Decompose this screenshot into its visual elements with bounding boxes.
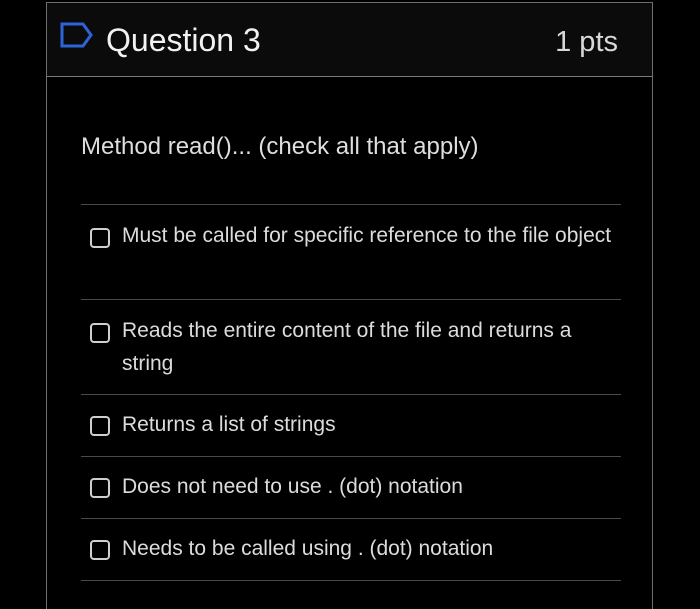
checkbox-icon[interactable] [90,228,110,248]
answer-label[interactable]: Does not need to use . (dot) notation [122,470,612,503]
question-points: 1 pts [555,26,618,58]
answer-option[interactable]: Does not need to use . (dot) notation [81,457,621,519]
checkbox-icon[interactable] [90,323,110,343]
answer-option[interactable]: Needs to be called using . (dot) notatio… [81,519,621,581]
question-title: Question 3 [106,22,261,58]
answer-list: Must be called for specific reference to… [81,204,621,581]
answer-option[interactable]: Reads the entire content of the file and… [81,300,621,395]
answer-option[interactable]: Must be called for specific reference to… [81,205,621,300]
answer-label[interactable]: Needs to be called using . (dot) notatio… [122,532,612,565]
question-prompt: Method read()... (check all that apply) [81,133,479,160]
answer-option[interactable]: Returns a list of strings [81,395,621,457]
question-header: Question 3 1 pts [47,3,652,77]
answer-label[interactable]: Returns a list of strings [122,408,612,441]
checkbox-icon[interactable] [90,540,110,560]
flag-icon[interactable] [59,21,95,49]
question-card: Question 3 1 pts Method read()... (check… [46,2,653,609]
answer-label[interactable]: Must be called for specific reference to… [122,219,612,252]
answer-label[interactable]: Reads the entire content of the file and… [122,314,612,380]
checkbox-icon[interactable] [90,478,110,498]
checkbox-icon[interactable] [90,416,110,436]
